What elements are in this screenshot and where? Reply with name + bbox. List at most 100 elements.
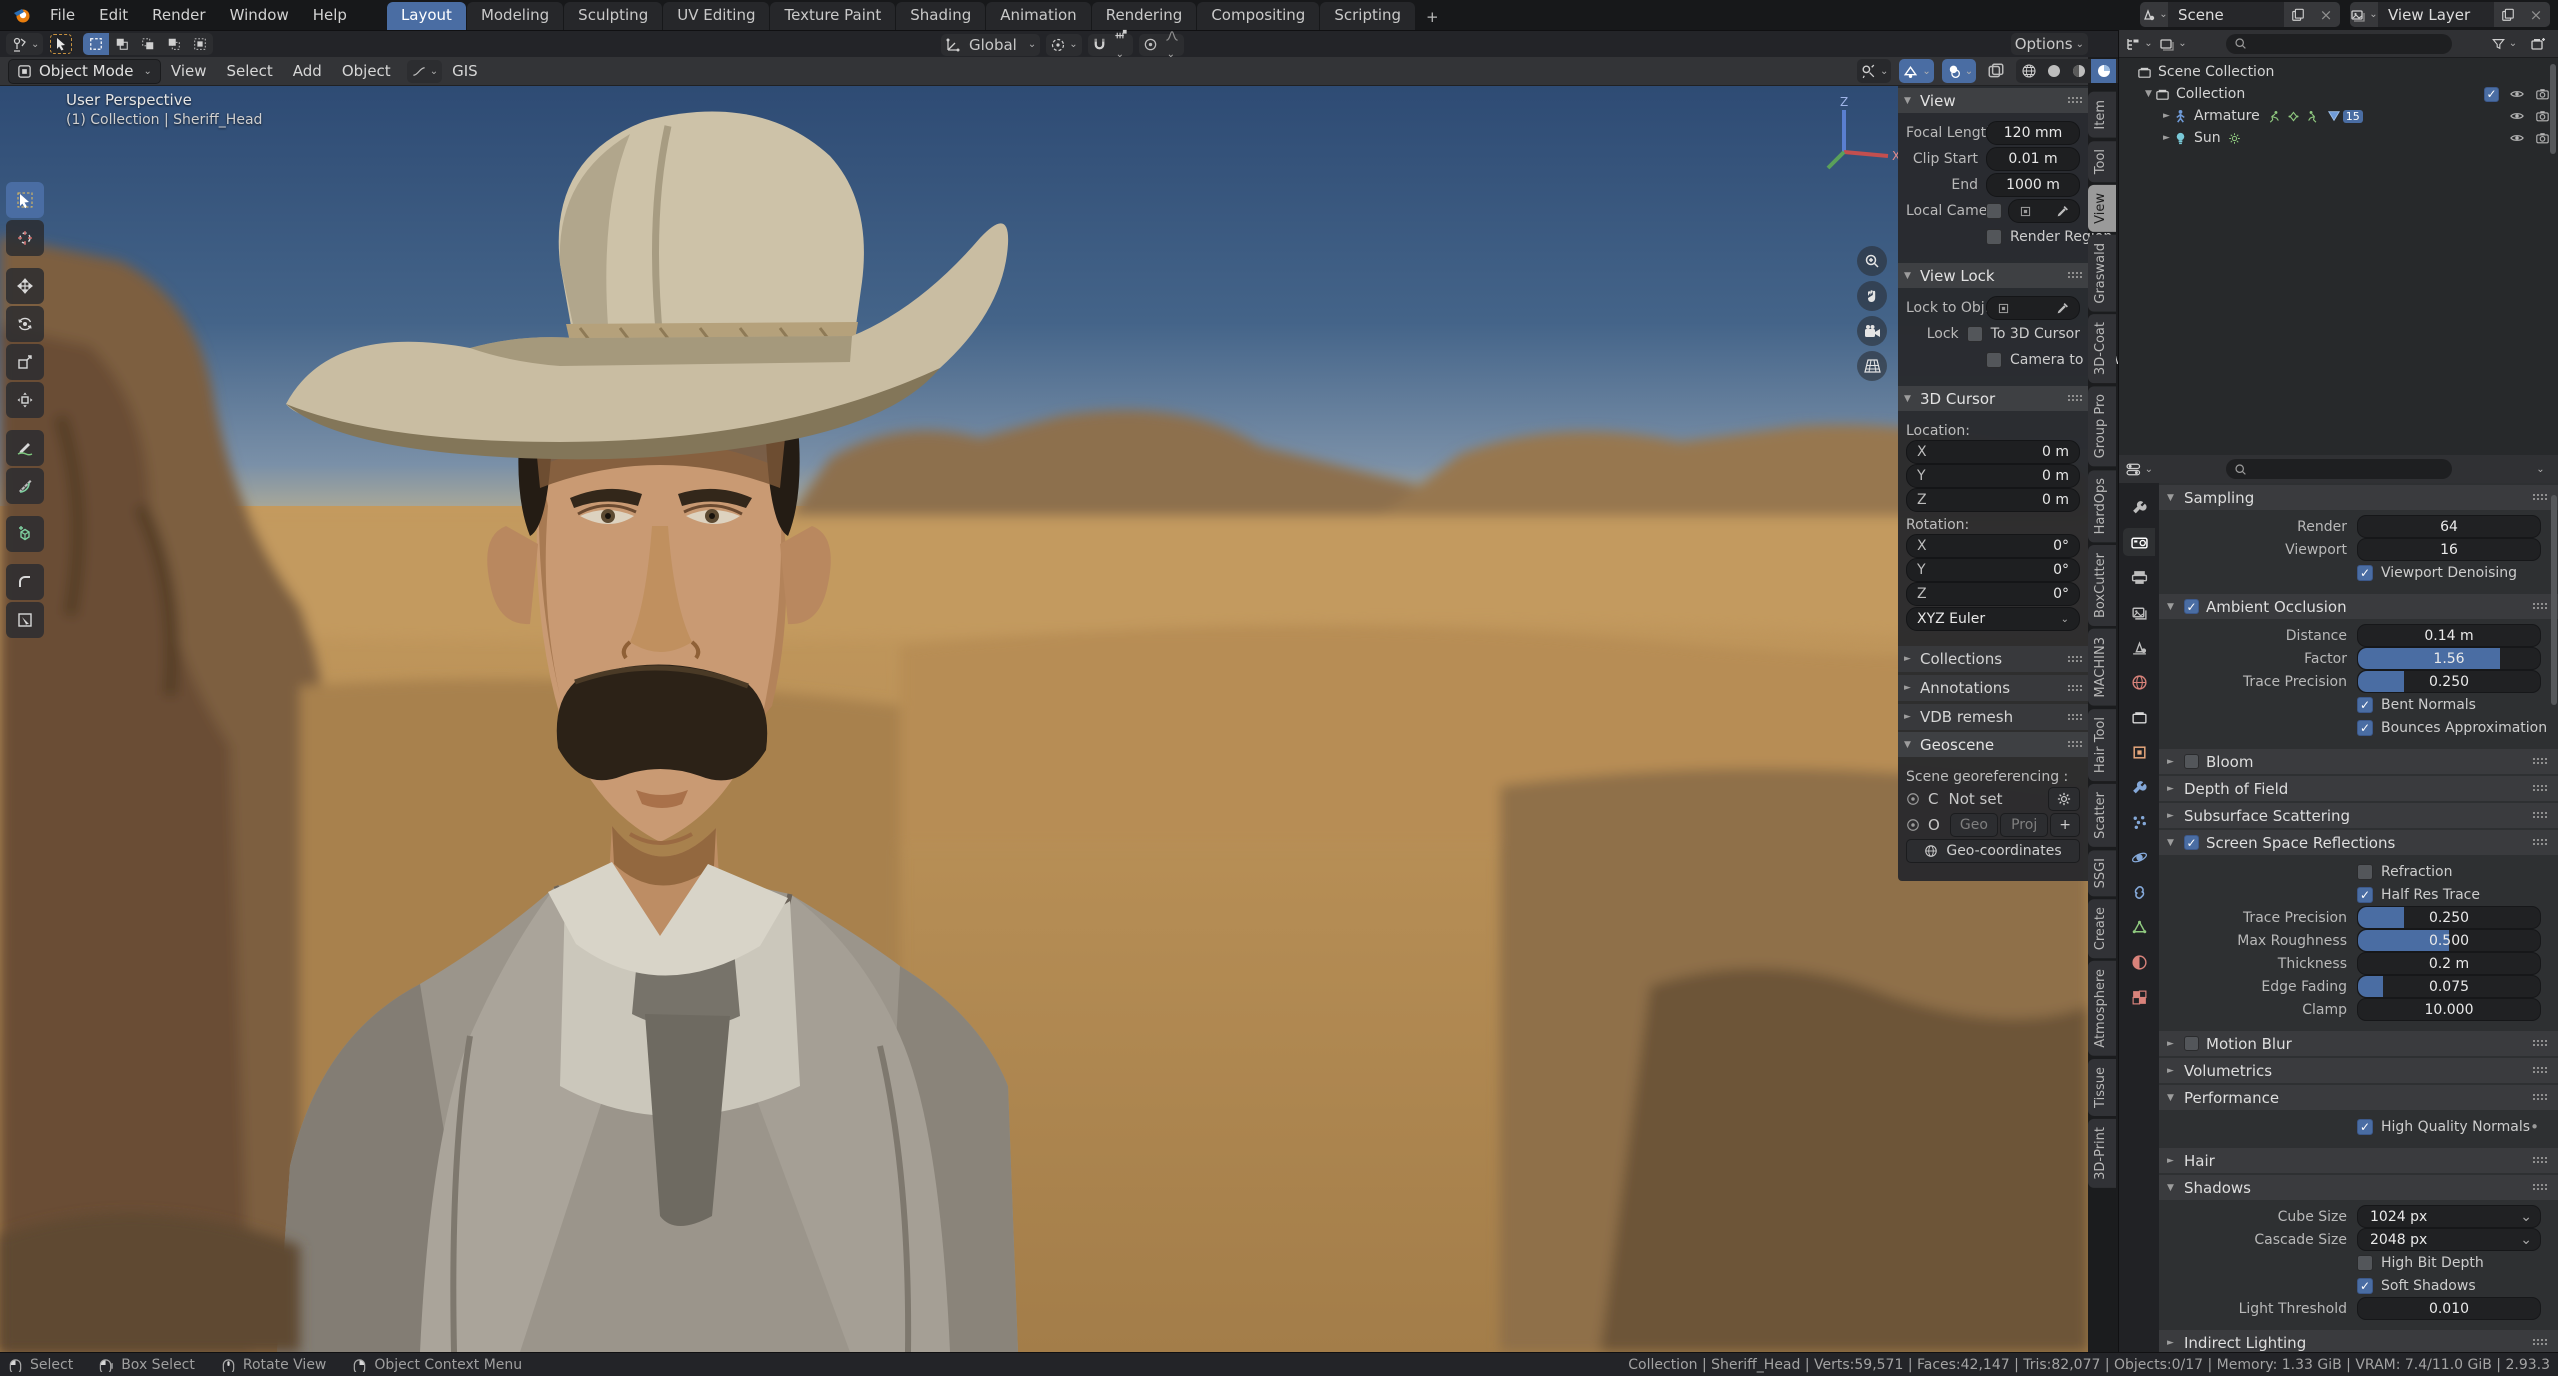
section-motion-blur-checkbox[interactable] — [2184, 1036, 2199, 1051]
overlays-toggle[interactable]: ⌄ — [1899, 59, 1933, 83]
tool-measure[interactable] — [6, 468, 44, 504]
orthographic-toggle-button[interactable] — [1857, 351, 1887, 381]
toggle-eye-icon[interactable] — [2509, 131, 2525, 145]
section-subsurface-scattering-header[interactable]: ►Subsurface Scattering — [2159, 803, 2558, 828]
n-panel-tab-graswald[interactable]: Graswald — [2088, 235, 2116, 312]
outliner-display-mode-dropdown[interactable]: ⌄ — [2125, 32, 2153, 56]
shading-solid-icon[interactable] — [2041, 59, 2066, 83]
section-sampling-viewport-field[interactable]: 16 — [2357, 538, 2541, 561]
select-mode-subtract-icon[interactable] — [135, 33, 161, 55]
section-performance-header[interactable]: ▼Performance — [2159, 1085, 2558, 1110]
tool-select-box[interactable] — [6, 182, 44, 218]
section-performance-high-quality-normals-checkbox[interactable]: ✓ — [2357, 1119, 2373, 1135]
collapse-icon[interactable]: ▼ — [2145, 89, 2155, 99]
drag-dots-icon[interactable] — [2533, 603, 2547, 610]
workspace-tab-layout[interactable]: Layout — [387, 2, 466, 30]
drag-dots-icon[interactable] — [2533, 1094, 2547, 1101]
section-shadows-cascade-size-field[interactable]: 2048 px⌄ — [2357, 1228, 2541, 1251]
toggle-eye-icon[interactable] — [2509, 109, 2525, 123]
properties-tab-particles[interactable] — [2123, 808, 2155, 836]
menu-select[interactable]: Select — [217, 59, 283, 83]
workspace-tab-sculpting[interactable]: Sculpting — [564, 2, 662, 30]
workspace-tab-compositing[interactable]: Compositing — [1197, 2, 1319, 30]
menu-file[interactable]: File — [38, 3, 87, 27]
n-panel-tab-scatter[interactable]: Scatter — [2088, 784, 2116, 847]
toggle-camera-icon[interactable] — [2535, 87, 2550, 102]
select-mode-invert-icon[interactable] — [161, 33, 187, 55]
panel-geoscene[interactable]: ▼Geoscene — [1898, 732, 2088, 757]
snap-toggle-icon[interactable] — [1092, 37, 1107, 52]
options-button[interactable]: Options⌄ — [2011, 33, 2088, 55]
panel-annotations[interactable]: ►Annotations — [1898, 675, 2088, 701]
drag-dots-icon[interactable] — [2533, 494, 2547, 501]
n-panel-tab-machin3[interactable]: MACHIN3 — [2088, 629, 2116, 706]
section-screen-space-reflections-half-res-trace-checkbox[interactable]: ✓ — [2357, 887, 2373, 903]
drag-dots-icon[interactable] — [2533, 1184, 2547, 1191]
workspace-tab-rendering[interactable]: Rendering — [1092, 2, 1197, 30]
section-screen-space-reflections-edge-fading-field[interactable]: 0.075 — [2357, 975, 2541, 998]
panel-view-lock[interactable]: ▼View Lock — [1898, 263, 2088, 288]
expand-icon[interactable]: ► — [2163, 133, 2173, 143]
cursor-location-x-field[interactable]: X0 m — [1906, 440, 2080, 464]
menu-gis[interactable]: GIS — [442, 59, 488, 83]
toggle-camera-icon[interactable] — [2535, 109, 2550, 123]
drag-dots-icon[interactable] — [2533, 758, 2547, 765]
view-layer-icon[interactable]: ⌄ — [2350, 2, 2378, 27]
cursor-rotation-y-field[interactable]: Y0° — [1906, 558, 2080, 582]
section-screen-space-reflections-clamp-field[interactable]: 10.000 — [2357, 998, 2541, 1021]
section-bloom-header[interactable]: ►Bloom — [2159, 749, 2558, 774]
animate-dot-icon[interactable]: • — [2530, 1118, 2539, 1136]
tool-rotate[interactable] — [6, 306, 44, 342]
tool-add-cube[interactable] — [6, 516, 44, 552]
section-ambient-occlusion-bounces-approximation-checkbox[interactable]: ✓ — [2357, 720, 2373, 736]
drag-dots-icon[interactable] — [2068, 685, 2082, 692]
menu-object[interactable]: Object — [332, 59, 401, 83]
properties-tab-tool[interactable] — [2123, 493, 2155, 521]
cursor-rotation-z-field[interactable]: Z0° — [1906, 582, 2080, 606]
section-screen-space-reflections-header[interactable]: ▼✓Screen Space Reflections — [2159, 830, 2558, 855]
properties-tab-output[interactable] — [2123, 563, 2155, 591]
keyframe-icon[interactable] — [2287, 110, 2300, 123]
section-shadows-light-threshold-field[interactable]: 0.010 — [2357, 1297, 2541, 1320]
outliner-filter-id-dropdown[interactable]: ⌄ — [2159, 32, 2187, 56]
n-panel-tab-create[interactable]: Create — [2088, 899, 2116, 958]
cursor-rotation-x-field[interactable]: X0° — [1906, 534, 2080, 558]
n-panel-tab-3d-coat[interactable]: 3D-Coat — [2088, 314, 2116, 383]
pose-icon[interactable] — [2267, 110, 2280, 123]
field-end[interactable]: 1000 m — [1986, 173, 2080, 197]
properties-scrollbar[interactable] — [2551, 495, 2557, 705]
n-panel-tab-ssgi[interactable]: SSGI — [2088, 850, 2116, 896]
n-panel-tab-3d-print[interactable]: 3D-Print — [2088, 1119, 2116, 1188]
scene-name[interactable]: Scene — [2168, 6, 2284, 24]
drag-dots-icon[interactable] — [2533, 1157, 2547, 1164]
outliner-row-armature[interactable]: ►Armature15 — [2119, 105, 2558, 127]
expand-icon[interactable]: ► — [2163, 111, 2173, 121]
n-panel-tab-hair-tool[interactable]: Hair Tool — [2088, 709, 2116, 781]
section-depth-of-field-header[interactable]: ►Depth of Field — [2159, 776, 2558, 801]
proportional-edit-icon[interactable] — [1143, 37, 1158, 52]
properties-tab-view-layer[interactable] — [2123, 598, 2155, 626]
workspace-tab-texture-paint[interactable]: Texture Paint — [770, 2, 895, 30]
view-layer-selector[interactable]: ⌄ View Layer × — [2350, 2, 2550, 27]
mode-dropdown[interactable]: Object Mode⌄ — [8, 59, 161, 84]
menu-window[interactable]: Window — [218, 3, 301, 27]
drag-dots-icon[interactable] — [2533, 812, 2547, 819]
section-motion-blur-header[interactable]: ►Motion Blur — [2159, 1031, 2558, 1056]
section-ambient-occlusion-trace-precision-field[interactable]: 0.250 — [2357, 670, 2541, 693]
tool-indicator-select[interactable] — [49, 33, 73, 55]
section-sampling-header[interactable]: ▼Sampling — [2159, 485, 2558, 510]
n-panel-tab-view[interactable]: View — [2088, 185, 2116, 232]
n-panel-tab-tool[interactable]: Tool — [2088, 141, 2116, 182]
tool-transform[interactable] — [6, 382, 44, 418]
n-panel-tab-boxcutter[interactable]: BoxCutter — [2088, 545, 2116, 626]
remove-view-layer-icon[interactable]: × — [2522, 2, 2550, 27]
drag-dots-icon[interactable] — [2068, 97, 2082, 104]
local-camera-checkbox[interactable] — [1986, 203, 2002, 219]
panel-3d-cursor[interactable]: ▼3D Cursor — [1898, 386, 2088, 411]
n-panel-tab-item[interactable]: Item — [2088, 92, 2116, 138]
proj-button[interactable]: Proj — [2000, 813, 2048, 837]
properties-tab-scene[interactable] — [2123, 633, 2155, 661]
outliner-row-collection[interactable]: ▼Collection✓ — [2119, 83, 2558, 105]
section-screen-space-reflections-max-roughness-field[interactable]: 0.500 — [2357, 929, 2541, 952]
header-falloff-dropdown[interactable]: ⌄ — [407, 60, 442, 83]
